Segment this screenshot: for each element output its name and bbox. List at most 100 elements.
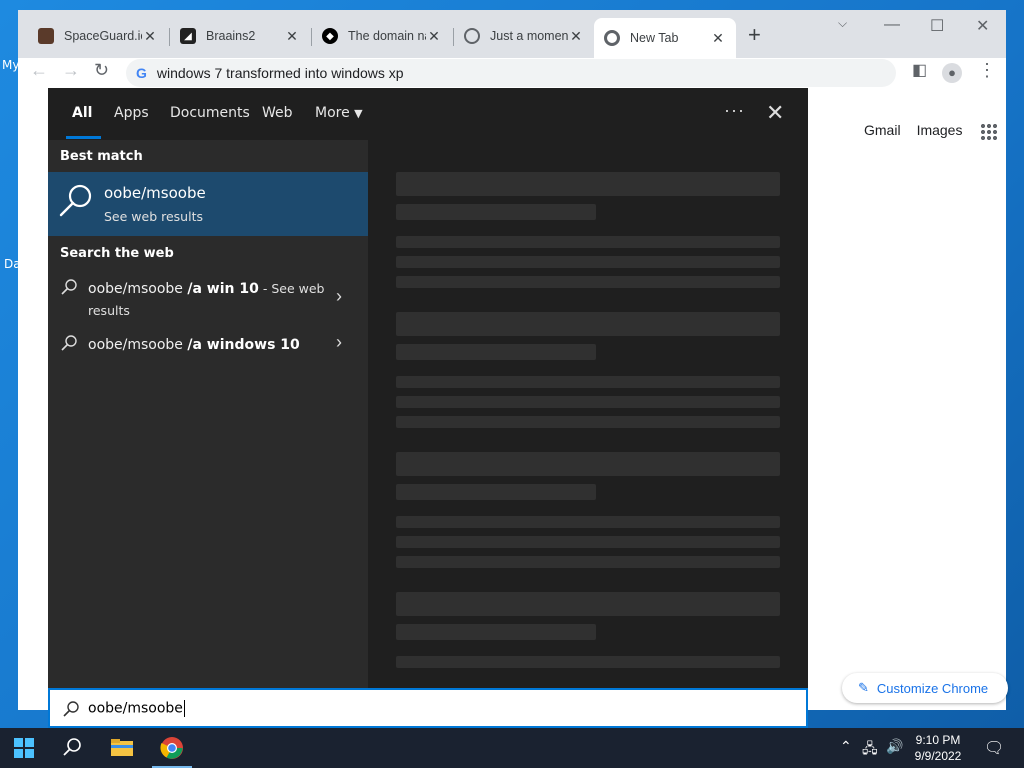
best-match-subtitle: See web results — [104, 209, 203, 224]
show-hidden-icons-chevron-icon[interactable]: ⌃ — [840, 738, 852, 755]
images-link[interactable]: Images — [917, 122, 963, 138]
clock[interactable]: 9:10 PM 9/9/2022 — [906, 732, 970, 764]
loading-placeholder — [396, 516, 780, 528]
gmail-link[interactable]: Gmail — [864, 122, 901, 138]
tab-new-tab[interactable]: New Tab ✕ — [594, 18, 736, 58]
loading-placeholder — [396, 344, 596, 360]
address-bar[interactable]: G windows 7 transformed into windows xp — [126, 59, 896, 87]
close-icon[interactable]: ✕ — [568, 28, 584, 45]
chrome-taskbar-icon[interactable] — [160, 736, 184, 760]
more-options-icon[interactable]: ··· — [724, 100, 745, 121]
tab-braains2[interactable]: ◢ Braains2 ✕ — [170, 22, 310, 50]
braains-favicon-icon: ◢ — [180, 28, 196, 44]
close-icon[interactable]: ✕ — [710, 30, 726, 47]
customize-chrome-button[interactable]: ✎ Customize Chrome — [842, 673, 1008, 703]
tab-more[interactable]: More ▼ — [315, 105, 363, 121]
new-tab-button[interactable]: + — [748, 24, 761, 46]
globe-icon — [464, 28, 480, 44]
loading-placeholder — [396, 376, 780, 388]
web-result-row[interactable]: oobe/msoobe /a windows 10 › — [48, 332, 368, 358]
windows-search-panel: All Apps Documents Web More ▼ ··· ✕ Best… — [48, 88, 808, 688]
loading-placeholder — [396, 624, 596, 640]
loading-placeholder — [396, 204, 596, 220]
clock-time: 9:10 PM — [915, 733, 961, 747]
minimize-icon[interactable]: — — [884, 16, 900, 34]
tab-domain[interactable]: ◆ The domain na ✕ — [312, 22, 452, 50]
menu-kebab-icon[interactable]: ⋮ — [978, 60, 996, 81]
tab-documents[interactable]: Documents — [170, 105, 250, 121]
tab-title: SpaceGuard.io — [64, 29, 142, 43]
address-text[interactable]: windows 7 transformed into windows xp — [157, 65, 404, 81]
window-close-icon[interactable]: ✕ — [976, 16, 989, 36]
chevron-right-icon[interactable]: › — [336, 332, 342, 353]
close-icon[interactable]: ✕ — [766, 100, 784, 126]
forward-arrow-icon[interactable]: → — [62, 60, 80, 81]
windows-start-icon[interactable] — [14, 738, 34, 758]
tab-title: The domain na — [348, 29, 426, 43]
volume-icon[interactable]: 🔊 — [886, 738, 903, 755]
search-query-text[interactable]: oobe/msoobe — [88, 700, 185, 717]
tab-title: New Tab — [630, 31, 679, 45]
caret-down-icon: ▼ — [354, 107, 363, 120]
desktop-icon-label[interactable]: My — [2, 58, 19, 72]
web-result-prefix: oobe/msoobe — [88, 337, 188, 353]
best-match-title: oobe/msoobe — [104, 184, 206, 202]
google-g-icon: G — [136, 65, 147, 81]
pencil-icon: ✎ — [858, 680, 869, 695]
search-icon — [61, 335, 77, 351]
web-result-bold: /a win 10 — [187, 281, 259, 297]
loading-placeholder — [396, 312, 780, 336]
loading-placeholder — [396, 536, 780, 548]
search-magnifier-icon — [59, 184, 92, 217]
loading-placeholder — [396, 656, 780, 668]
customize-label: Customize Chrome — [876, 680, 989, 696]
loading-placeholder — [396, 416, 780, 428]
google-apps-icon[interactable] — [980, 123, 998, 141]
loading-placeholder — [396, 556, 780, 568]
back-arrow-icon[interactable]: ← — [30, 60, 48, 81]
loading-placeholder — [396, 256, 780, 268]
preview-pane-loading — [368, 140, 808, 688]
search-scope-tabs: All Apps Documents Web More ▼ ··· ✕ — [48, 88, 808, 140]
spaceguard-favicon-icon — [38, 28, 54, 44]
close-icon[interactable]: ✕ — [426, 28, 442, 45]
chrome-favicon-icon — [604, 30, 620, 46]
tab-strip: SpaceGuard.io ✕ ◢ Braains2 ✕ ◆ The domai… — [18, 10, 1006, 58]
tab-spaceguard[interactable]: SpaceGuard.io ✕ — [28, 22, 168, 50]
search-query-value: oobe/msoobe — [88, 700, 183, 717]
domain-favicon-icon: ◆ — [322, 28, 338, 44]
text-caret — [183, 700, 185, 717]
search-input[interactable]: oobe/msoobe — [48, 688, 808, 728]
side-panel-icon[interactable]: ◧ — [912, 60, 927, 80]
tab-title: Just a momen — [490, 29, 568, 43]
profile-avatar-icon[interactable]: ● — [942, 63, 962, 83]
taskbar-search-icon[interactable] — [60, 736, 84, 760]
best-match-result[interactable]: oobe/msoobe See web results — [48, 172, 368, 236]
chevron-right-icon[interactable]: › — [336, 286, 342, 307]
tab-title: Braains2 — [206, 29, 256, 43]
clock-date: 9/9/2022 — [914, 749, 962, 763]
notification-center-icon[interactable]: 🗨 — [984, 738, 1004, 758]
tab-all[interactable]: All — [72, 105, 92, 121]
file-explorer-icon[interactable] — [110, 736, 134, 760]
web-result-prefix: oobe/msoobe — [88, 281, 188, 297]
tab-just-a-moment[interactable]: Just a momen ✕ — [454, 22, 594, 50]
web-result-bold: /a windows 10 — [187, 337, 300, 353]
network-icon[interactable]: 🖧 — [862, 738, 878, 762]
loading-placeholder — [396, 276, 780, 288]
loading-placeholder — [396, 396, 780, 408]
tab-search-chevron-icon[interactable]: ⌵ — [838, 16, 847, 31]
tab-web[interactable]: Web — [262, 105, 293, 121]
active-tab-indicator — [66, 136, 101, 139]
maximize-icon[interactable]: ☐ — [930, 16, 944, 36]
search-icon — [61, 279, 77, 295]
best-match-heading: Best match — [60, 149, 143, 164]
loading-placeholder — [396, 172, 780, 196]
browser-toolbar: ← → ↻ G windows 7 transformed into windo… — [18, 58, 1006, 88]
search-web-heading: Search the web — [60, 246, 174, 261]
close-icon[interactable]: ✕ — [142, 28, 158, 45]
reload-icon[interactable]: ↻ — [94, 60, 109, 81]
web-result-row[interactable]: oobe/msoobe /a win 10 - See web results … — [48, 276, 368, 322]
tab-apps[interactable]: Apps — [114, 105, 149, 121]
close-icon[interactable]: ✕ — [284, 28, 300, 45]
